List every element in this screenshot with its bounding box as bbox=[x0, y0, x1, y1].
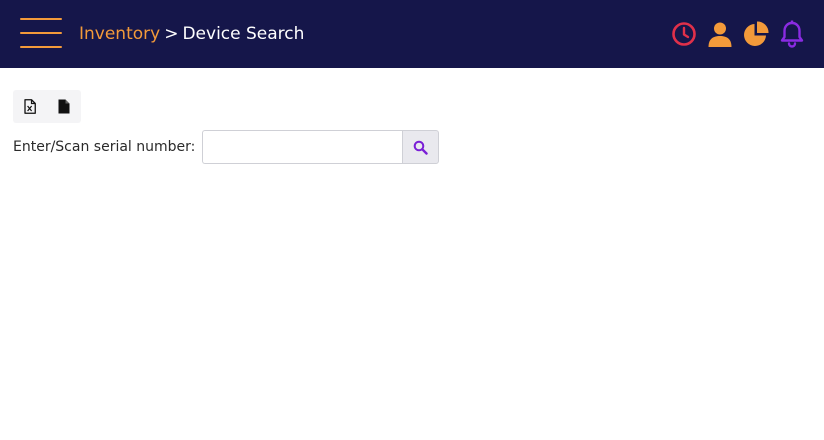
breadcrumb-separator: > bbox=[164, 24, 179, 44]
header-actions bbox=[662, 19, 806, 49]
bell-icon[interactable] bbox=[778, 20, 806, 48]
pie-chart-icon[interactable] bbox=[742, 20, 770, 48]
hamburger-menu-icon[interactable] bbox=[20, 18, 62, 48]
top-navbar: Inventory > Device Search bbox=[0, 0, 824, 68]
search-button[interactable] bbox=[402, 130, 440, 164]
breadcrumb-link-inventory[interactable]: Inventory bbox=[79, 24, 160, 44]
breadcrumb: Inventory > Device Search bbox=[79, 22, 304, 46]
search-icon bbox=[414, 140, 429, 155]
clock-icon[interactable] bbox=[670, 20, 698, 48]
file-icon[interactable] bbox=[47, 90, 81, 123]
user-icon[interactable] bbox=[706, 20, 734, 48]
page-title: Device Search bbox=[182, 24, 305, 44]
serial-search-form: Enter/Scan serial number: bbox=[13, 130, 440, 164]
serial-number-label: Enter/Scan serial number: bbox=[13, 139, 196, 155]
excel-file-icon[interactable] bbox=[13, 90, 47, 123]
serial-number-input[interactable] bbox=[202, 130, 403, 164]
export-toolbar bbox=[13, 90, 81, 123]
